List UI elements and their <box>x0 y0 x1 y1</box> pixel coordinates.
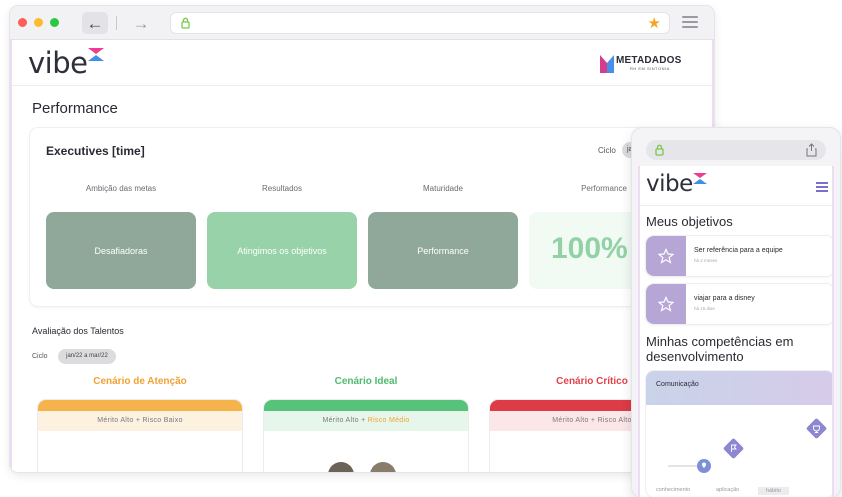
results-tile: Atingimos os objetivos <box>207 212 357 289</box>
scenario-title: Cenário Ideal <box>334 376 398 387</box>
lock-icon <box>655 144 664 156</box>
menu-icon[interactable] <box>816 182 828 192</box>
competency-progress-graphic <box>668 418 827 473</box>
competency-name: Comunicação <box>656 381 699 388</box>
milestone-diamond <box>723 438 744 459</box>
competency-card: Comunicação conhecimento aplicação hábit… <box>646 371 832 497</box>
avatar[interactable] <box>370 462 396 472</box>
desktop-browser-window: ← → ★ vibe METADADOS RH EM SINTONIA Perf… <box>10 6 714 472</box>
toolbar-divider <box>116 16 117 30</box>
menu-icon[interactable] <box>682 16 698 28</box>
level-label: conhecimento <box>656 487 691 493</box>
screenshot-stage: ← → ★ vibe METADADOS RH EM SINTONIA Perf… <box>0 0 842 497</box>
scenario-color-bar <box>38 400 242 411</box>
ambition-tile: Desafiadoras <box>46 212 196 289</box>
merit-label: Mérito Alto <box>97 417 134 424</box>
executives-card: Executives [time] Ciclo ja Ambição das m… <box>30 128 706 306</box>
star-outline-icon <box>646 236 686 276</box>
lock-icon <box>181 17 190 29</box>
maximize-window-button[interactable] <box>50 18 59 27</box>
merit-label: Mérito Alto <box>552 417 589 424</box>
vibe-logo[interactable]: vibe <box>646 171 693 197</box>
talents-title: Avaliação dos Talentos <box>32 326 124 336</box>
arrow-left-icon: ← <box>86 13 104 33</box>
scenario-column: Mérito Alto + Risco Médio <box>264 400 468 472</box>
objective-title: viajar para a disney <box>694 295 755 302</box>
milestone-diamond <box>806 418 827 439</box>
mobile-address-bar[interactable] <box>646 140 826 160</box>
star-icon[interactable]: ★ <box>648 14 661 32</box>
metadados-mark-icon <box>600 55 614 73</box>
level-label: hábito <box>758 487 789 495</box>
back-button[interactable]: ← <box>82 12 108 34</box>
objective-date: há 2 meses <box>694 258 718 263</box>
merit-label: Mérito Alto <box>322 417 359 424</box>
column-header: Resultados <box>261 184 303 193</box>
partner-name: METADADOS <box>616 55 682 66</box>
mobile-browser-window: vibe Meus objetivos Ser referência para … <box>632 128 840 497</box>
forward-button[interactable]: → <box>128 12 154 34</box>
mobile-app-header: vibe <box>640 166 832 206</box>
scenario-color-bar <box>264 400 468 411</box>
page-title: Performance <box>32 100 118 117</box>
ciclo-label: Ciclo <box>32 353 48 360</box>
star-outline-icon <box>646 284 686 324</box>
column-header: Ambição das metas <box>85 184 157 193</box>
competencies-title: Minhas competências em desenvolvimento <box>646 334 794 364</box>
metadados-logo: METADADOS RH EM SINTONIA <box>600 54 682 74</box>
scenario-band: Mérito Alto + Risco Médio <box>264 411 468 431</box>
tile-value: Performance <box>417 245 469 256</box>
mobile-page: vibe Meus objetivos Ser referência para … <box>638 166 834 497</box>
objective-date: há 15 dias <box>694 306 715 311</box>
scenario-band: Mérito Alto + Risco Baixo <box>38 411 242 431</box>
ciclo-label: Ciclo <box>598 146 616 155</box>
risk-label: Risco Baixo <box>142 417 183 424</box>
tile-value: Atingimos os objetivos <box>237 245 327 256</box>
competency-header: Comunicação <box>646 371 832 405</box>
scenario-column: Mérito Alto + Risco Baixo <box>38 400 242 472</box>
vibe-logo[interactable]: vibe <box>28 46 88 80</box>
risk-label: Risco Médio <box>367 417 410 424</box>
avatar[interactable] <box>328 462 354 472</box>
app-header: vibe METADADOS RH EM SINTONIA <box>12 40 712 86</box>
objective-card[interactable]: viajar para a disney há 15 dias <box>646 284 832 324</box>
objective-card[interactable]: Ser referência para a equipe há 2 meses <box>646 236 832 276</box>
card-title: Executives [time] <box>46 144 145 158</box>
performance-value: 100% <box>551 232 628 265</box>
browser-toolbar: ← → ★ <box>10 6 714 40</box>
maturity-tile: Performance <box>368 212 518 289</box>
scenario-title: Cenário de Atenção <box>93 376 187 387</box>
level-label: aplicação <box>716 487 740 493</box>
arrow-right-icon: → <box>132 13 150 33</box>
share-icon[interactable] <box>806 143 817 157</box>
vibe-logo-mark <box>693 173 707 184</box>
partner-tagline: RH EM SINTONIA <box>630 66 670 71</box>
desktop-page: vibe METADADOS RH EM SINTONIA Performanc… <box>10 40 714 472</box>
address-bar[interactable]: ★ <box>170 12 670 34</box>
minimize-window-button[interactable] <box>34 18 43 27</box>
close-window-button[interactable] <box>18 18 27 27</box>
objectives-title: Meus objetivos <box>646 214 733 229</box>
tile-value: Desafiadoras <box>94 245 148 256</box>
risk-label: Risco Alto <box>597 417 632 424</box>
vibe-logo-mark <box>88 48 104 61</box>
column-header: Maturidade <box>422 184 464 193</box>
objective-title: Ser referência para a equipe <box>694 247 783 254</box>
ciclo-select[interactable]: jan/22 a mar/22 <box>58 349 116 364</box>
